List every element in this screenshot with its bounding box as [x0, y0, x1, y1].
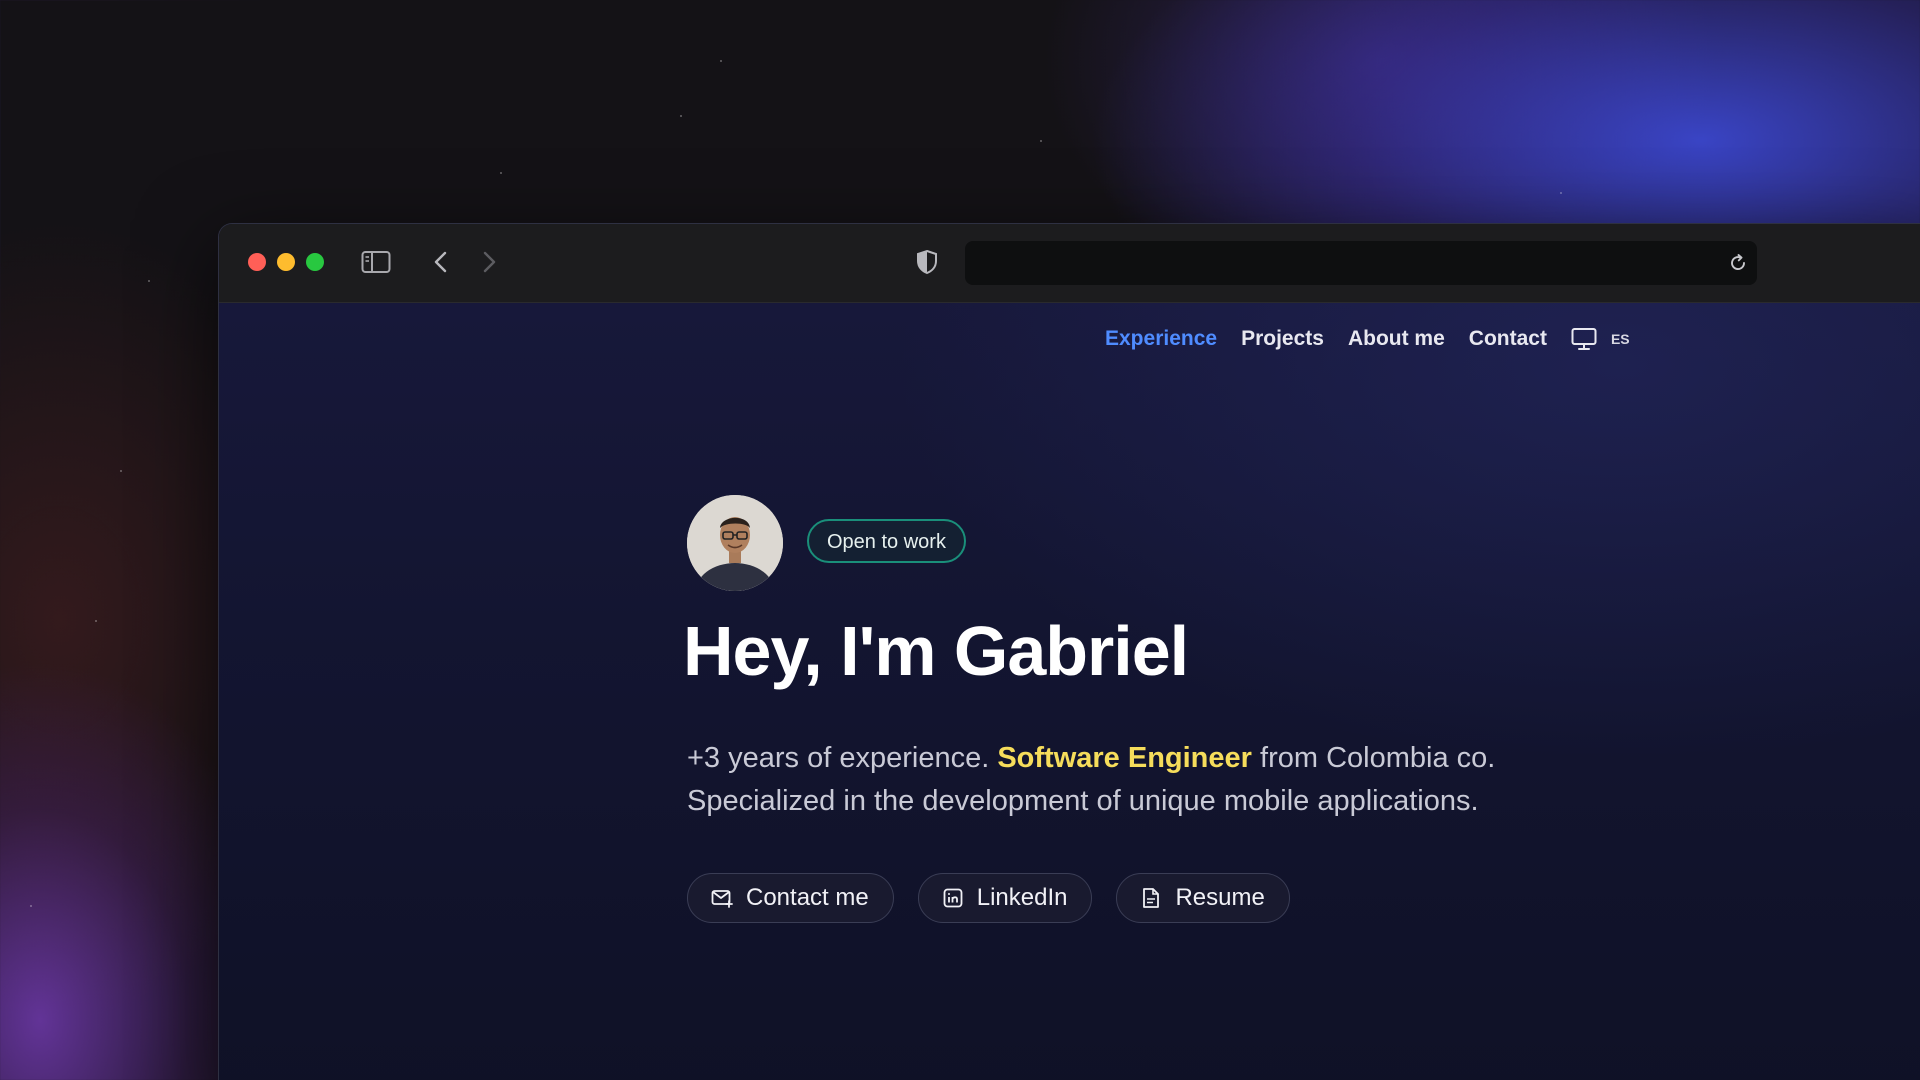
nav-experience[interactable]: Experience	[1105, 327, 1217, 351]
linkedin-icon	[941, 886, 965, 910]
open-to-work-badge: Open to work	[807, 519, 966, 563]
forward-arrow-icon[interactable]	[477, 248, 501, 276]
contact-me-label: Contact me	[746, 884, 869, 911]
zoom-window-button[interactable]	[306, 253, 324, 271]
browser-window: Experience Projects About me Contact ES	[218, 223, 1920, 1080]
privacy-shield-icon[interactable]	[914, 248, 940, 276]
nav-projects[interactable]: Projects	[1241, 327, 1324, 351]
linkedin-button[interactable]: LinkedIn	[917, 873, 1093, 923]
address-bar[interactable]	[965, 241, 1757, 287]
reload-icon[interactable]	[1725, 251, 1751, 275]
back-arrow-icon[interactable]	[429, 248, 453, 276]
language-toggle[interactable]: ES	[1611, 331, 1630, 347]
monitor-icon[interactable]	[1571, 327, 1597, 351]
hero-actions: Contact me LinkedIn Resume	[687, 873, 1290, 923]
mail-icon	[710, 886, 734, 910]
resume-button[interactable]: Resume	[1116, 873, 1290, 923]
subtitle-highlight: Software Engineer	[997, 742, 1252, 774]
avatar	[687, 495, 783, 591]
minimize-window-button[interactable]	[277, 253, 295, 271]
linkedin-label: LinkedIn	[976, 884, 1068, 911]
hero-subtitle: +3 years of experience. Software Enginee…	[687, 737, 1587, 823]
contact-me-button[interactable]: Contact me	[687, 873, 894, 923]
nav-contact[interactable]: Contact	[1469, 327, 1547, 351]
page-title: Hey, I'm Gabriel	[683, 612, 1189, 690]
page-content: Experience Projects About me Contact ES	[219, 303, 1920, 1080]
resume-label: Resume	[1175, 884, 1265, 911]
close-window-button[interactable]	[248, 253, 266, 271]
subtitle-text-start: +3 years of experience.	[687, 742, 998, 774]
url-input[interactable]	[979, 241, 1703, 287]
sidebar-toggle-icon[interactable]	[361, 249, 391, 275]
document-icon	[1139, 886, 1163, 910]
browser-titlebar	[219, 224, 1920, 303]
nav-about-me[interactable]: About me	[1348, 327, 1445, 351]
top-navigation: Experience Projects About me Contact ES	[1105, 327, 1630, 351]
